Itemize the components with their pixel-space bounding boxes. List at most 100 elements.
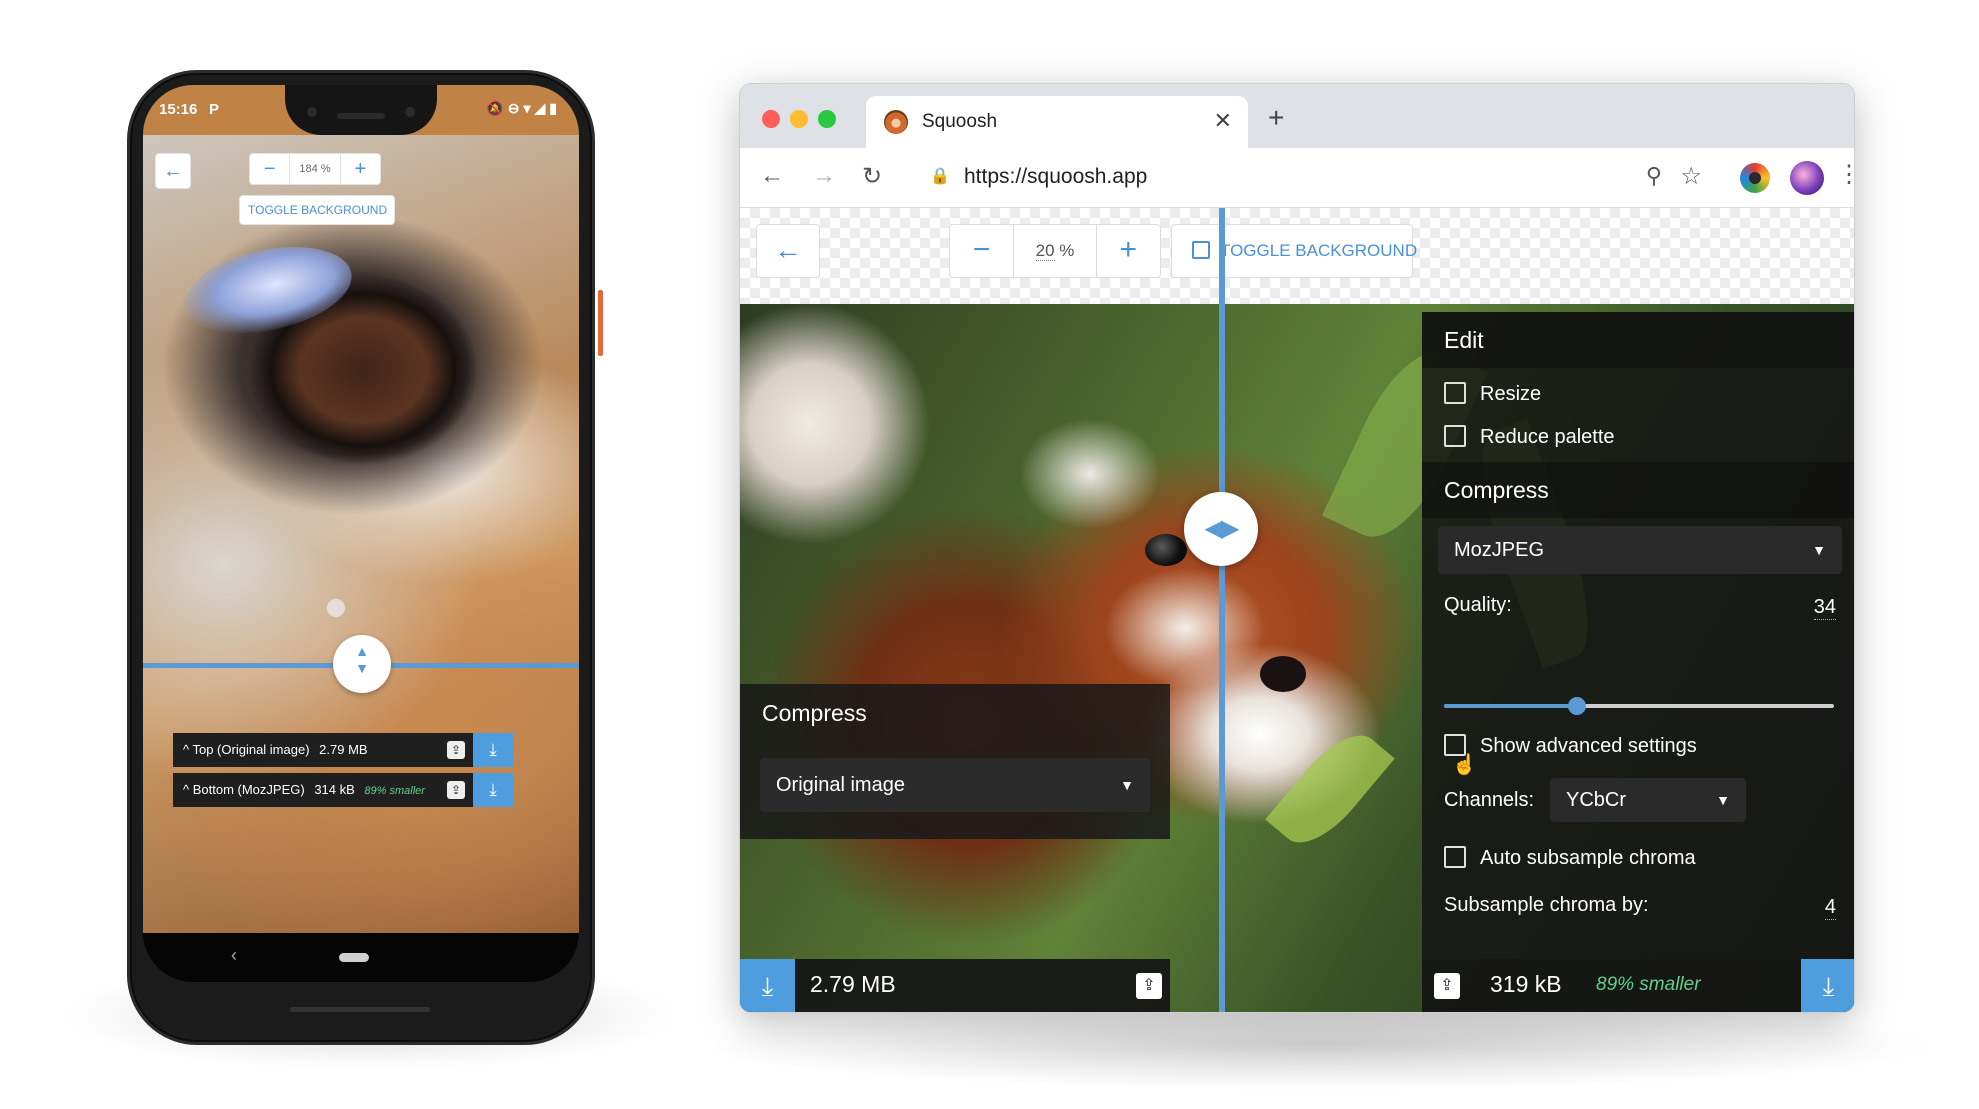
- phone-split-handle[interactable]: ▲▼: [333, 635, 391, 693]
- left-copy-to-other-side-icon[interactable]: ⇪: [1136, 973, 1162, 999]
- quality-slider-thumb[interactable]: [1567, 697, 1586, 715]
- hand-cursor-icon: ☝: [1452, 754, 1477, 776]
- right-file-size: 319 kB: [1490, 971, 1562, 997]
- chevron-up-icon: ^: [183, 782, 193, 797]
- nav-back-icon[interactable]: ‹: [231, 945, 237, 966]
- extension-icon[interactable]: [1740, 163, 1770, 193]
- left-codec-select[interactable]: Original image ▼: [760, 758, 1150, 812]
- stage: 15:16 P 🔕⊖▾◢▮ ← − 184 % + TOGGLE BACKGRO…: [0, 0, 1979, 1109]
- zoom-magnifier-icon[interactable]: ⚲: [1646, 163, 1662, 189]
- phone-top-label: Top (Original image): [192, 742, 310, 757]
- toggle-background-label: TOGGLE BACKGROUND: [248, 203, 388, 217]
- split-line[interactable]: [1219, 208, 1225, 1012]
- profile-avatar[interactable]: [1790, 161, 1824, 195]
- phone-preview-image[interactable]: ← − 184 % + TOGGLE BACKGROUND ▲▼ ^ Top (…: [143, 135, 579, 933]
- download-icon: ⤓: [489, 740, 497, 759]
- phone-power-button: [598, 290, 603, 356]
- checkbox-icon: [1444, 425, 1466, 447]
- address-bar[interactable]: 🔒 https://squoosh.app ⚲ ☆: [910, 154, 1710, 200]
- zoom-unit: %: [1059, 241, 1075, 260]
- right-copy-to-other-side-icon[interactable]: ⇪: [1434, 973, 1460, 999]
- channels-select[interactable]: YCbCr ▼: [1550, 778, 1746, 822]
- codec-value: MozJPEG: [1454, 539, 1545, 561]
- checkbox-icon: [1444, 382, 1466, 404]
- left-results-bar: ⤓ 2.79 MB ⇪: [740, 959, 1170, 1012]
- phone-status-icons: 🔕⊖▾◢▮: [486, 100, 561, 116]
- tab-squoosh[interactable]: Squoosh ✕: [866, 96, 1248, 148]
- right-options-panel: Edit Resize Reduce palette Compress MozJ…: [1422, 312, 1854, 959]
- phone-bottom-size: 314 kB: [314, 782, 355, 797]
- right-download-button[interactable]: ⤓: [1801, 959, 1854, 1012]
- left-codec-value: Original image: [776, 774, 905, 796]
- new-tab-button[interactable]: +: [1268, 102, 1284, 134]
- browser-forward-icon[interactable]: →: [812, 162, 836, 190]
- back-button[interactable]: ←: [756, 224, 820, 278]
- right-results-bar: ⇪ 319 kB 89% smaller ⤓: [1422, 959, 1854, 1012]
- channels-label: Channels:: [1444, 789, 1535, 811]
- phone-notch: [285, 85, 437, 135]
- tab-title: Squoosh: [922, 111, 998, 132]
- left-download-button[interactable]: ⤓: [740, 959, 795, 1012]
- quality-slider[interactable]: [1444, 697, 1834, 715]
- tab-close-icon[interactable]: ✕: [1214, 108, 1232, 134]
- browser-shadow: [700, 1000, 1940, 1090]
- codec-select[interactable]: MozJPEG ▼: [1438, 526, 1842, 574]
- nav-home-pill[interactable]: [339, 953, 369, 962]
- save-icon[interactable]: ⇪: [447, 781, 465, 799]
- phone-bottom-smaller: 89% smaller: [364, 785, 425, 797]
- download-icon: ⤓: [489, 780, 497, 799]
- auto-subsample-checkbox[interactable]: Auto subsample chroma: [1444, 846, 1696, 870]
- chevron-down-icon: ▼: [1716, 792, 1730, 808]
- phone-chin-speaker: [290, 1007, 430, 1012]
- reload-icon[interactable]: ↻: [862, 162, 882, 191]
- advanced-settings-checkbox[interactable]: Show advanced settings: [1444, 734, 1697, 758]
- zoom-in-button[interactable]: +: [1097, 225, 1160, 277]
- minimize-window-button[interactable]: [790, 110, 808, 128]
- arrow-left-icon: ←: [163, 160, 183, 182]
- phone-back-button[interactable]: ←: [155, 153, 191, 189]
- resize-checkbox[interactable]: Resize: [1444, 382, 1541, 406]
- browser-menu-icon[interactable]: ⋮: [1837, 160, 1854, 189]
- phone-zoom-in-button[interactable]: +: [341, 154, 380, 184]
- left-compress-heading: Compress: [762, 700, 867, 726]
- bookmark-star-icon[interactable]: ☆: [1680, 162, 1702, 191]
- phone-bottom-download-button[interactable]: ⤓: [473, 773, 513, 807]
- touch-indicator: [327, 599, 345, 617]
- maximize-window-button[interactable]: [818, 110, 836, 128]
- subsample-label: Subsample chroma by:: [1444, 894, 1649, 916]
- browser-back-icon[interactable]: ←: [760, 162, 784, 190]
- phone-zoom-out-button[interactable]: −: [250, 154, 289, 184]
- url-text[interactable]: https://squoosh.app: [964, 165, 1147, 189]
- toggle-background-button[interactable]: TOGGLE BACKGROUND: [1171, 224, 1417, 278]
- phone-earpiece: [337, 113, 385, 119]
- quality-slider-fill: [1444, 704, 1577, 708]
- squoosh-app: ← − 20 % + TOGGLE BACKGROUND ◀▶ Compress: [740, 208, 1854, 1012]
- lock-icon[interactable]: 🔒: [930, 166, 950, 186]
- auto-subsample-label: Auto subsample chroma: [1480, 847, 1696, 869]
- split-handle[interactable]: ◀▶: [1184, 492, 1258, 566]
- phone-top-download-button[interactable]: ⤓: [473, 733, 513, 767]
- phone-zoom-value[interactable]: 184 %: [289, 154, 341, 184]
- browser-window: Squoosh ✕ + ← → ↻ 🔒 https://squoosh.app …: [739, 83, 1855, 1013]
- phone-bottom-row[interactable]: ^ Bottom (MozJPEG) 314 kB 89% smaller ⇪: [173, 773, 473, 807]
- tab-strip: Squoosh ✕ +: [740, 84, 1854, 148]
- bamboo-leaf: [1265, 719, 1395, 859]
- zoom-out-button[interactable]: −: [950, 225, 1013, 277]
- chevron-down-icon: ▼: [1120, 777, 1134, 793]
- download-icon: ⤓: [761, 971, 774, 1001]
- subsample-value-input[interactable]: 4: [1824, 896, 1836, 920]
- edit-heading: Edit: [1422, 312, 1854, 368]
- quality-value-input[interactable]: 34: [1813, 596, 1836, 620]
- zoom-value: 20: [1035, 241, 1055, 261]
- save-icon[interactable]: ⇪: [447, 741, 465, 759]
- phone-toggle-background-button[interactable]: TOGGLE BACKGROUND: [239, 195, 395, 225]
- browser-toolbar: ← → ↻ 🔒 https://squoosh.app ⚲ ☆ ⋮: [740, 148, 1854, 208]
- zoom-value-field[interactable]: 20 %: [1013, 225, 1097, 277]
- reduce-palette-checkbox[interactable]: Reduce palette: [1444, 425, 1615, 449]
- phone-notification-icon: P: [209, 101, 220, 118]
- right-size-reduction: 89% smaller: [1596, 974, 1701, 995]
- compress-heading: Compress: [1422, 462, 1854, 518]
- close-window-button[interactable]: [762, 110, 780, 128]
- zoom-control: − 20 % +: [949, 224, 1161, 278]
- phone-top-row[interactable]: ^ Top (Original image) 2.79 MB ⇪: [173, 733, 473, 767]
